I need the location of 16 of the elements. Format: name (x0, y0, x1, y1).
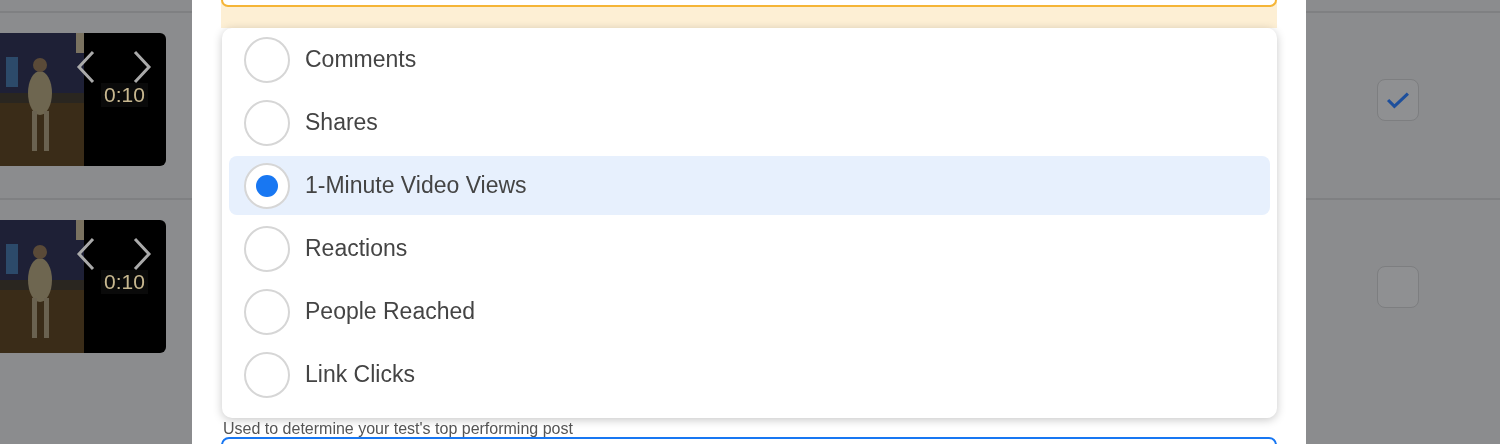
video-duration: 0:10 (101, 270, 148, 294)
checkbox[interactable] (1377, 78, 1419, 121)
metric-field[interactable] (221, 0, 1277, 7)
checkmark-icon (1385, 90, 1411, 109)
radio-option[interactable]: Comments (229, 30, 1270, 89)
chevron-left-icon[interactable] (76, 237, 96, 271)
radio-option[interactable]: People Reached (229, 282, 1270, 341)
chevron-left-icon[interactable] (76, 50, 96, 84)
radio-option[interactable]: 1-Minute Video Views (229, 156, 1270, 215)
video-duration: 0:10 (101, 83, 148, 107)
radio-option[interactable]: Shares (229, 93, 1270, 152)
radio-option[interactable]: Reactions (229, 219, 1270, 278)
chevron-right-icon[interactable] (132, 50, 152, 84)
helper-text: Used to determine your test's top performing post (223, 420, 574, 437)
chevron-right-icon[interactable] (132, 237, 152, 271)
radio-option[interactable]: Link Clicks (229, 345, 1270, 404)
